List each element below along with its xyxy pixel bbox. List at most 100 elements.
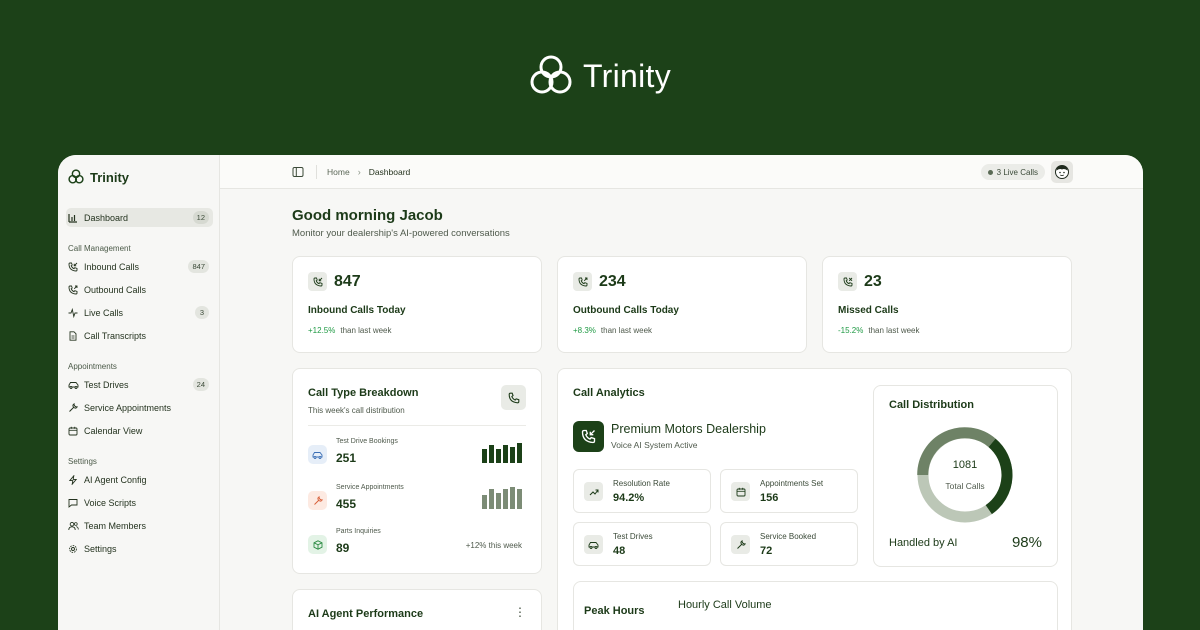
sidebar-item-calendar-view[interactable]: Calendar View bbox=[66, 421, 213, 440]
stat-label: Inbound Calls Today bbox=[308, 305, 406, 316]
sidebar-item-test-drives[interactable]: Test Drives 24 bbox=[66, 375, 213, 394]
sidebar-item-call-transcripts[interactable]: Call Transcripts bbox=[66, 326, 213, 345]
avatar[interactable] bbox=[1051, 161, 1073, 183]
top-bar: Home › Dashboard 3 Live Calls bbox=[220, 155, 1143, 189]
sidebar-badge: 12 bbox=[192, 211, 209, 224]
sidebar-item-team-members[interactable]: Team Members bbox=[66, 516, 213, 535]
sidebar-item-voice-scripts[interactable]: Voice Scripts bbox=[66, 493, 213, 512]
sidebar-item-ai-agent-config[interactable]: AI Agent Config bbox=[66, 470, 213, 489]
stat-label: Missed Calls bbox=[838, 305, 899, 316]
card-title: Call Analytics bbox=[573, 387, 645, 399]
metric-label: Appointments Set bbox=[760, 479, 824, 488]
gear-icon bbox=[68, 544, 81, 554]
sidebar-group-title: Call Management bbox=[68, 244, 131, 253]
card-title: Call Type Breakdown bbox=[308, 387, 419, 399]
car-icon bbox=[308, 445, 327, 464]
sparkbar bbox=[482, 487, 522, 509]
row-value: 251 bbox=[336, 451, 357, 465]
wrench-icon bbox=[68, 402, 81, 413]
page-title: Good morning Jacob bbox=[292, 207, 443, 224]
phone-outgoing-icon bbox=[573, 272, 592, 291]
status-dot-icon bbox=[987, 169, 993, 175]
breadcrumb-current: Dashboard bbox=[368, 166, 411, 177]
sidebar-item-service-appointments[interactable]: Service Appointments bbox=[66, 398, 213, 417]
call-distribution-card: Call Distribution 1081 Total Calls Handl… bbox=[873, 385, 1058, 567]
phone-icon bbox=[508, 392, 519, 403]
metric-appointments-set[interactable]: Appointments Set 156 bbox=[720, 469, 858, 513]
metric-resolution-rate[interactable]: Resolution Rate 94.2% bbox=[573, 469, 711, 513]
chevron-right-icon: › bbox=[357, 166, 361, 177]
stat-change: +8.3% than last week bbox=[573, 326, 652, 335]
calendar-icon bbox=[731, 482, 750, 501]
car-icon bbox=[68, 380, 81, 390]
sidebar-item-inbound-calls[interactable]: Inbound Calls 847 bbox=[66, 257, 213, 276]
breadcrumb-home[interactable]: Home bbox=[327, 167, 350, 177]
stat-card-outbound[interactable]: 234 Outbound Calls Today +8.3% than last … bbox=[557, 256, 807, 353]
phone-button[interactable] bbox=[501, 385, 526, 410]
dealership-name: Premium Motors Dealership bbox=[611, 422, 766, 436]
user-avatar-icon bbox=[1055, 165, 1069, 179]
sidebar-item-outbound-calls[interactable]: Outbound Calls bbox=[66, 280, 213, 299]
sidebar-item-dashboard[interactable]: Dashboard 12 bbox=[66, 208, 213, 227]
stat-value: 23 bbox=[864, 273, 882, 290]
hero-title: Trinity bbox=[582, 57, 672, 94]
divider bbox=[308, 425, 526, 426]
stat-card-inbound[interactable]: 847 Inbound Calls Today +12.5% than last … bbox=[292, 256, 542, 353]
dealership-icon bbox=[573, 421, 604, 452]
stat-change: -15.2% than last week bbox=[838, 326, 920, 335]
metric-service-booked[interactable]: Service Booked 72 bbox=[720, 522, 858, 566]
call-type-row[interactable]: Test Drive Bookings 251 bbox=[308, 437, 526, 471]
live-calls-pill[interactable]: 3 Live Calls bbox=[980, 164, 1045, 180]
sidebar-toggle-icon[interactable] bbox=[292, 166, 304, 178]
trinity-logo-icon bbox=[68, 169, 84, 184]
metric-test-drives[interactable]: Test Drives 48 bbox=[573, 522, 711, 566]
stat-label: Outbound Calls Today bbox=[573, 305, 679, 316]
bar-chart-icon bbox=[68, 213, 81, 223]
calendar-icon bbox=[68, 426, 81, 436]
call-type-row[interactable]: Parts Inquiries 89 +12% this week bbox=[308, 527, 526, 561]
stat-change-value: +8.3% bbox=[573, 326, 596, 335]
stat-card-missed[interactable]: 23 Missed Calls -15.2% than last week bbox=[822, 256, 1072, 353]
page-subtitle: Monitor your dealership's AI-powered con… bbox=[292, 228, 510, 239]
sidebar-item-live-calls[interactable]: Live Calls 3 bbox=[66, 303, 213, 322]
sidebar-group-title: Appointments bbox=[68, 362, 117, 371]
phone-incoming-icon bbox=[68, 262, 81, 272]
main-content: Home › Dashboard 3 Live Calls Good morni… bbox=[220, 155, 1143, 630]
peak-hours-title: Peak Hours bbox=[584, 605, 645, 617]
metric-value: 156 bbox=[760, 492, 779, 504]
phone-missed-icon bbox=[838, 272, 857, 291]
sidebar: Trinity Dashboard 12 Call Management Inb… bbox=[58, 155, 220, 630]
stat-change-value: -15.2% bbox=[838, 326, 864, 335]
row-label: Test Drive Bookings bbox=[336, 438, 398, 445]
sidebar-item-settings[interactable]: Settings bbox=[66, 539, 213, 558]
donut-chart bbox=[917, 427, 1013, 523]
hourly-volume-title: Hourly Call Volume bbox=[678, 599, 772, 611]
stat-change-suffix: than last week bbox=[868, 326, 920, 335]
sidebar-item-label: Team Members bbox=[84, 520, 147, 531]
row-label: Parts Inquiries bbox=[336, 528, 381, 535]
stat-change-value: +12.5% bbox=[308, 326, 336, 335]
metric-value: 48 bbox=[613, 545, 626, 557]
call-type-row[interactable]: Service Appointments 455 bbox=[308, 483, 526, 517]
topbar-divider bbox=[316, 164, 317, 179]
phone-outgoing-icon bbox=[68, 285, 81, 295]
system-status: Voice AI System Active bbox=[611, 440, 698, 450]
chat-icon bbox=[68, 498, 81, 508]
trending-up-icon bbox=[584, 482, 603, 501]
stat-value: 847 bbox=[334, 273, 361, 290]
sidebar-item-label: Service Appointments bbox=[84, 402, 172, 413]
sidebar-brand-name: Trinity bbox=[90, 169, 130, 185]
stat-change-suffix: than last week bbox=[340, 326, 392, 335]
sidebar-item-label: Inbound Calls bbox=[84, 261, 140, 272]
sidebar-item-label: Calendar View bbox=[84, 425, 143, 436]
users-icon bbox=[68, 521, 81, 531]
trinity-logo-icon bbox=[530, 55, 572, 94]
metric-label: Service Booked bbox=[760, 532, 817, 541]
donut-total-label: Total Calls bbox=[945, 481, 985, 491]
more-vertical-icon[interactable]: ⋮ bbox=[514, 606, 526, 618]
sidebar-badge: 3 bbox=[195, 306, 209, 319]
wrench-icon bbox=[308, 491, 327, 510]
sidebar-brand[interactable]: Trinity bbox=[68, 167, 213, 187]
phone-incoming-icon bbox=[308, 272, 327, 291]
card-title: Call Distribution bbox=[889, 399, 974, 411]
